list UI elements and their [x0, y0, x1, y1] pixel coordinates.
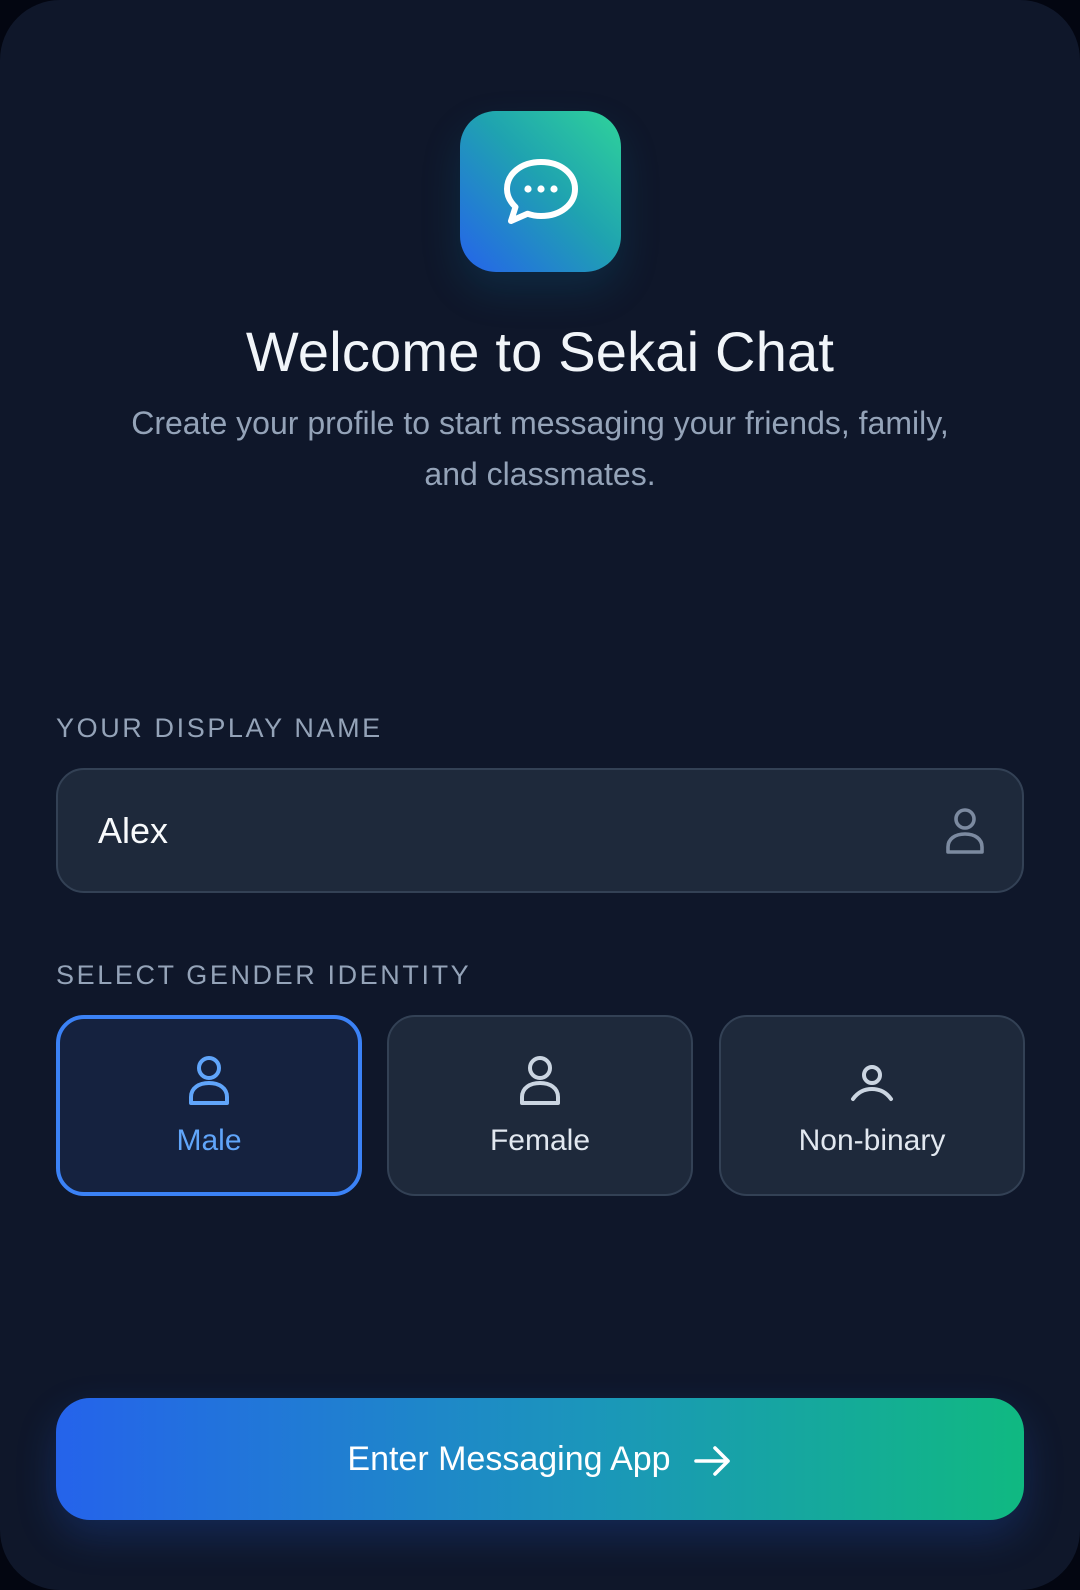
user-small-icon — [851, 1065, 893, 1101]
onboarding-screen: Welcome to Sekai Chat Create your profil… — [0, 0, 1080, 1590]
chat-bubble-icon — [503, 158, 578, 224]
page-subtitle: Create your profile to start messaging y… — [131, 405, 949, 492]
enter-app-label: Enter Messaging App — [347, 1440, 671, 1478]
gender-option-male[interactable]: Male — [56, 1015, 362, 1196]
gender-label: SELECT GENDER IDENTITY — [56, 960, 472, 990]
user-icon — [946, 808, 984, 854]
gender-option-label: Male — [176, 1124, 242, 1157]
arrow-right-icon — [693, 1446, 730, 1476]
page-title: Welcome to Sekai Chat — [245, 320, 835, 383]
user-icon — [189, 1056, 229, 1105]
gender-option-label: Female — [489, 1124, 591, 1157]
gender-option-female[interactable]: Female — [387, 1015, 693, 1196]
gender-option-nonbinary[interactable]: Non-binary — [719, 1015, 1025, 1196]
display-name-field — [56, 768, 1024, 893]
gender-option-label: Non-binary — [798, 1124, 946, 1157]
enter-app-button[interactable]: Enter Messaging App — [56, 1398, 1024, 1520]
user-icon — [520, 1056, 560, 1105]
display-name-input[interactable] — [98, 770, 918, 891]
app-logo — [460, 111, 621, 272]
display-name-label: YOUR DISPLAY NAME — [56, 713, 383, 743]
